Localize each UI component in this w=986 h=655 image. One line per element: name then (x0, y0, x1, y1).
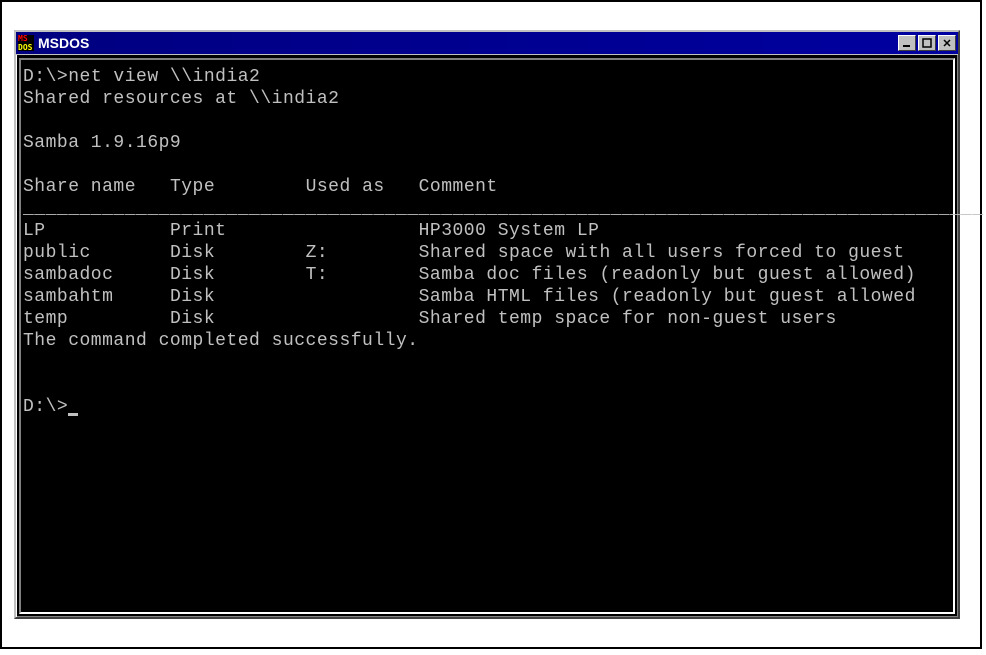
divider: ________________________________________… (23, 199, 984, 219)
server-info: Samba 1.9.16p9 (23, 133, 181, 153)
command-text: net view \\india2 (68, 67, 260, 87)
msdos-icon: MSDOS (18, 35, 34, 51)
prompt: D:\> (23, 67, 68, 87)
maximize-button[interactable] (918, 35, 936, 51)
minimize-button[interactable] (898, 35, 916, 51)
window-controls (896, 35, 956, 51)
col-comment: Comment (419, 177, 498, 197)
prompt: D:\> (23, 397, 68, 417)
col-type: Type (170, 177, 215, 197)
response-line: Shared resources at \\india2 (23, 89, 339, 109)
table-row: LP Print HP3000 System LP (23, 221, 599, 241)
col-used: Used as (306, 177, 385, 197)
table-row: sambahtm Disk Samba HTML files (readonly… (23, 287, 916, 307)
table-row: sambadoc Disk T: Samba doc files (readon… (23, 265, 916, 285)
terminal-output[interactable]: D:\>net view \\india2 Shared resources a… (19, 58, 955, 614)
table-row: temp Disk Shared temp space for non-gues… (23, 309, 837, 329)
close-button[interactable] (938, 35, 956, 51)
cursor (68, 413, 78, 416)
completion-message: The command completed successfully. (23, 331, 419, 351)
page-frame: MSDOS MSDOS D:\>net view \\india2 Shared… (0, 0, 982, 649)
table-row: public Disk Z: Shared space with all use… (23, 243, 905, 263)
titlebar[interactable]: MSDOS MSDOS (16, 32, 958, 55)
col-share: Share name (23, 177, 136, 197)
msdos-window: MSDOS MSDOS D:\>net view \\india2 Shared… (14, 30, 960, 619)
window-title: MSDOS (38, 35, 896, 51)
